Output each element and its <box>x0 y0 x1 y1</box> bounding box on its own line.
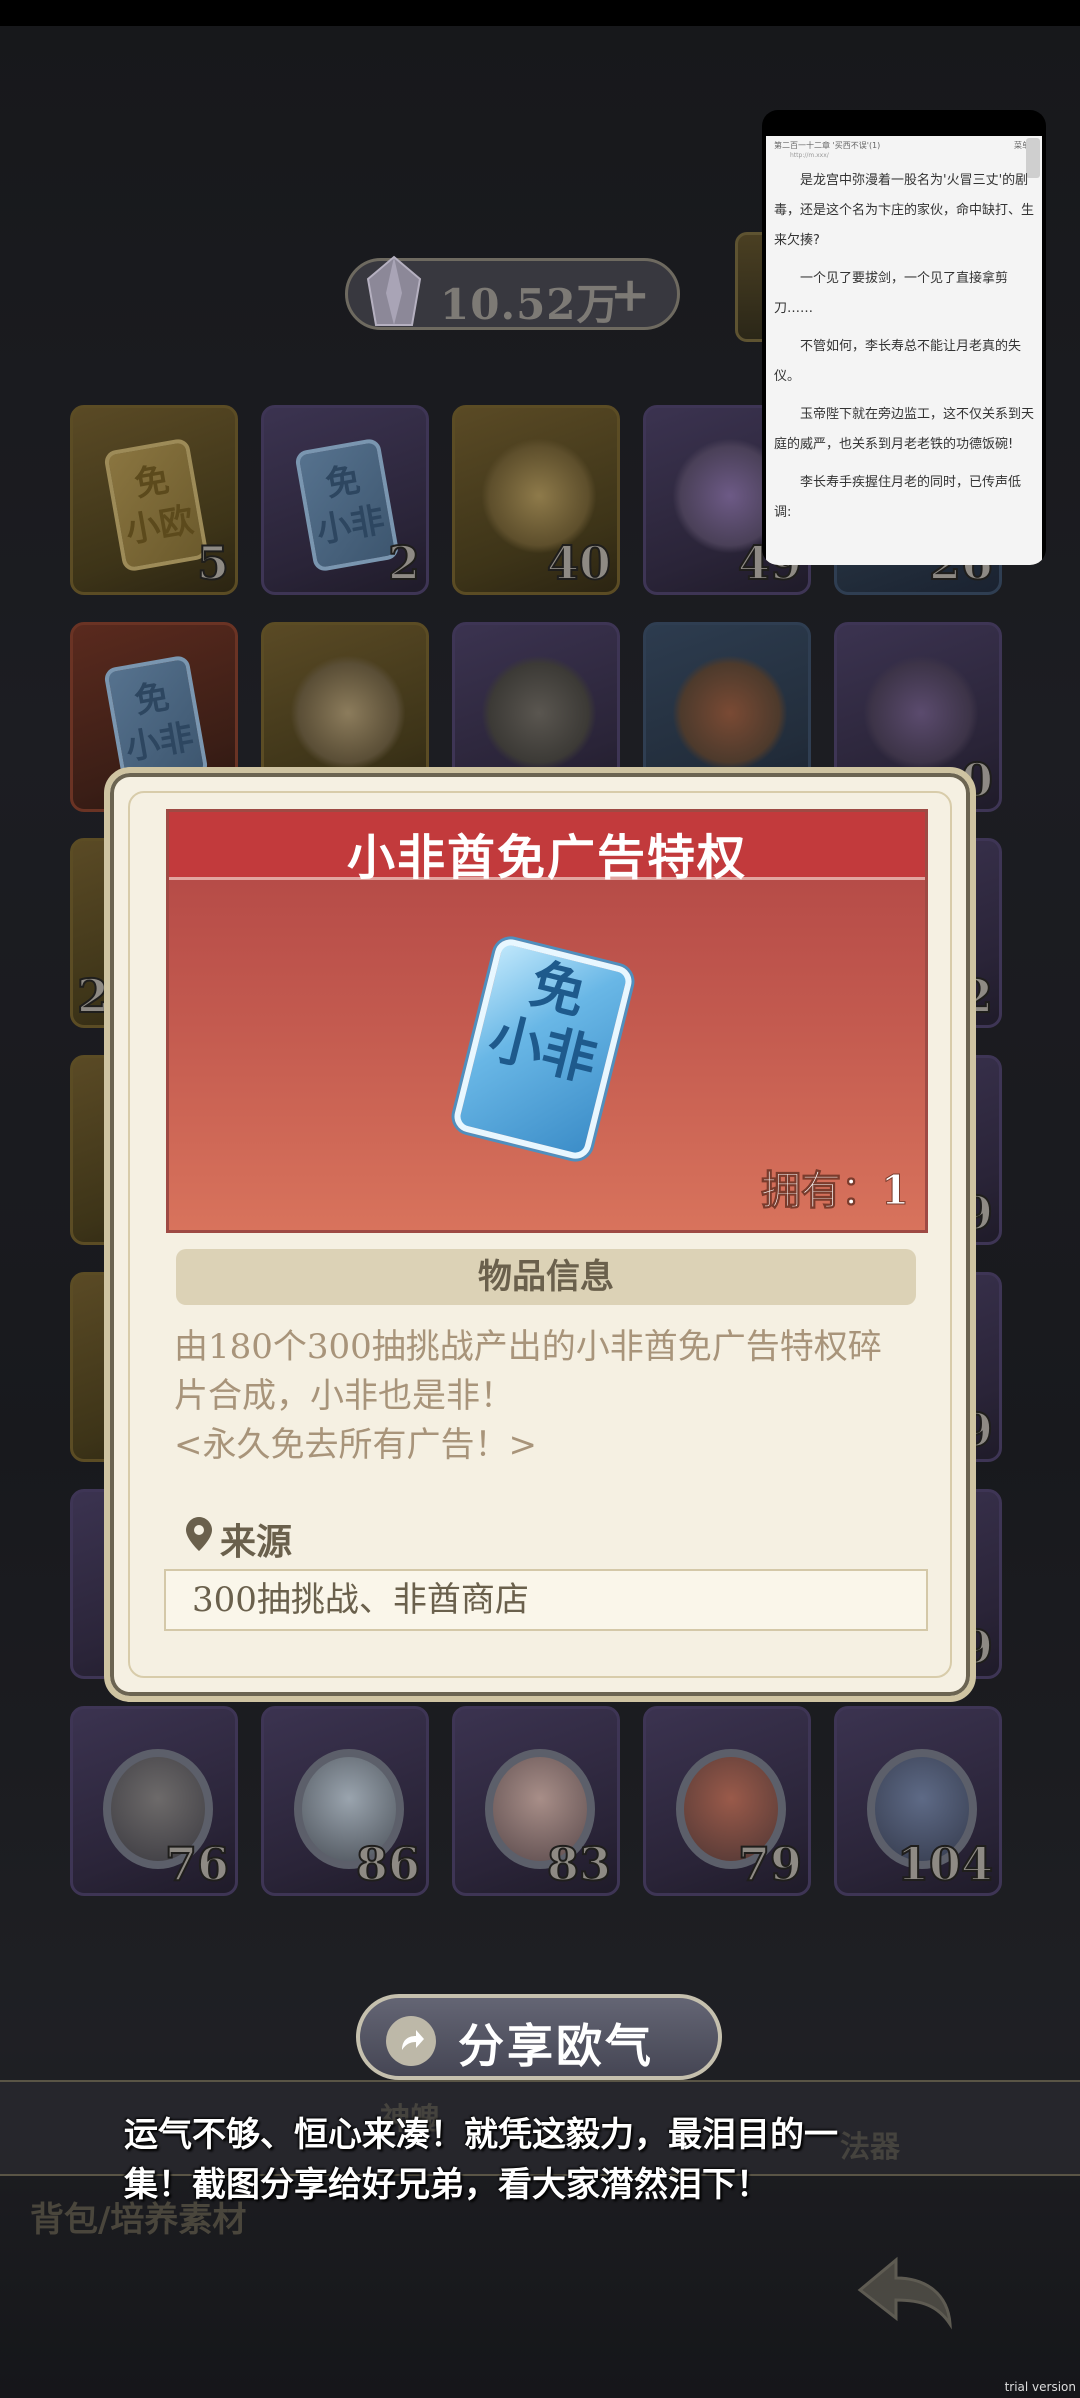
reader-url: http://m.xxx/ <box>790 152 829 159</box>
share-caption: 运气不够、恒心来凑！就凭这毅力，最泪目的一 集！截图分享给好兄弟，看大家潸然泪下… <box>124 2110 944 2210</box>
back-arrow-icon[interactable] <box>850 2250 960 2332</box>
item-tile[interactable]: 83 <box>452 1706 620 1896</box>
item-tile[interactable]: 104 <box>834 1706 1002 1896</box>
item-count: 76 <box>164 1836 230 1892</box>
item-count: 83 <box>546 1836 612 1892</box>
caption-line: 集！截图分享给好兄弟，看大家潸然泪下！ <box>124 2165 770 2205</box>
item-tile[interactable]: 40 <box>452 405 620 595</box>
description-line: 由180个300抽挑战产出的小非酋免广告特权碎 <box>174 1327 882 1367</box>
item-count: 86 <box>355 1836 421 1892</box>
caption-line: 运气不够、恒心来凑！就凭这毅力，最泪目的一 <box>124 2115 838 2155</box>
item-count: 5 <box>196 535 230 591</box>
crystal-icon <box>366 255 422 326</box>
source-label: 来源 <box>220 1521 293 1563</box>
item-tile[interactable]: 86 <box>261 1706 429 1896</box>
currency-amount: 10.52万 <box>440 280 620 329</box>
reader-paragraph: 一个见了要拔剑，一个见了直接拿剪刀…… <box>774 271 1009 316</box>
scroll-icon <box>290 655 406 771</box>
share-icon <box>386 2016 436 2066</box>
item-title: 小非酋免广告特权 <box>346 830 747 886</box>
item-banner: 小非酋免广告特权 免小非 拥有：1 <box>166 809 928 1233</box>
share-button-label: 分享欧气 <box>458 2019 654 2073</box>
reader-paragraph: 李长寿手疾握住月老的同时，已传声低调: <box>774 475 1022 520</box>
item-tile[interactable]: 免小欧 5 <box>70 405 238 595</box>
scroll-icon <box>481 655 597 771</box>
item-count: 2 <box>387 535 421 591</box>
source-value: 300抽挑战、非酋商店 <box>164 1569 928 1631</box>
reader-paragraph: 玉帝陛下就在旁边监工，这不仅关系到天庭的威严，也关系到月老老铁的功德饭碗! <box>774 407 1035 452</box>
item-description: 由180个300抽挑战产出的小非酋免广告特权碎 片合成，小非也是非！ <永久免去… <box>174 1323 926 1470</box>
ticket-icon: 免小非 <box>451 936 635 1162</box>
reader-paragraph: 是龙宫中弥漫着一股名为'火冒三丈'的剧毒，还是这个名为卞庄的家伙，命中缺打、生来… <box>774 173 1035 248</box>
floating-reader-window[interactable]: 第二百一十二章 '买西不误'(1) 菜单 http://m.xxx/ 是龙宫中弥… <box>762 110 1046 565</box>
item-info-header: 物品信息 <box>176 1249 916 1305</box>
currency-display[interactable]: 10.52万 + <box>345 255 680 330</box>
item-count: 40 <box>546 535 612 591</box>
ticket-icon: 免小欧 <box>103 437 209 573</box>
location-pin-icon <box>186 1517 212 1551</box>
item-tile[interactable]: 76 <box>70 1706 238 1896</box>
breadcrumb: 背包/培养素材 <box>30 2200 247 2240</box>
description-line: 片合成，小非也是非！ <box>174 1376 514 1416</box>
reader-page[interactable]: 第二百一十二章 '买西不误'(1) 菜单 http://m.xxx/ 是龙宫中弥… <box>766 136 1042 565</box>
reader-paragraph: 不管如何，李长寿总不能让月老真的失仪。 <box>774 339 1022 384</box>
owned-count: 拥有：1 <box>761 1167 910 1215</box>
add-currency-button[interactable]: + <box>610 267 650 323</box>
share-luck-button[interactable]: 分享欧气 <box>356 1994 722 2080</box>
ticket-icon: 免小非 <box>294 437 400 573</box>
item-count: 79 <box>737 1836 803 1892</box>
item-count: 104 <box>896 1836 994 1892</box>
reader-text: 是龙宫中弥漫着一股名为'火冒三丈'的剧毒，还是这个名为卞庄的家伙，命中缺打、生来… <box>774 166 1036 536</box>
emblem-icon <box>672 655 788 771</box>
reader-chapter-title: 第二百一十二章 '买西不误'(1) <box>774 141 881 150</box>
item-tile[interactable]: 79 <box>643 1706 811 1896</box>
description-line: <永久免去所有广告！> <box>174 1425 537 1465</box>
status-bar <box>0 0 1080 26</box>
item-tile[interactable]: 免小非 2 <box>261 405 429 595</box>
item-detail-modal[interactable]: 小非酋免广告特权 免小非 拥有：1 物品信息 由180个300抽挑战产出的小非酋… <box>104 767 976 1702</box>
watermark: trial version <box>1004 2380 1076 2394</box>
